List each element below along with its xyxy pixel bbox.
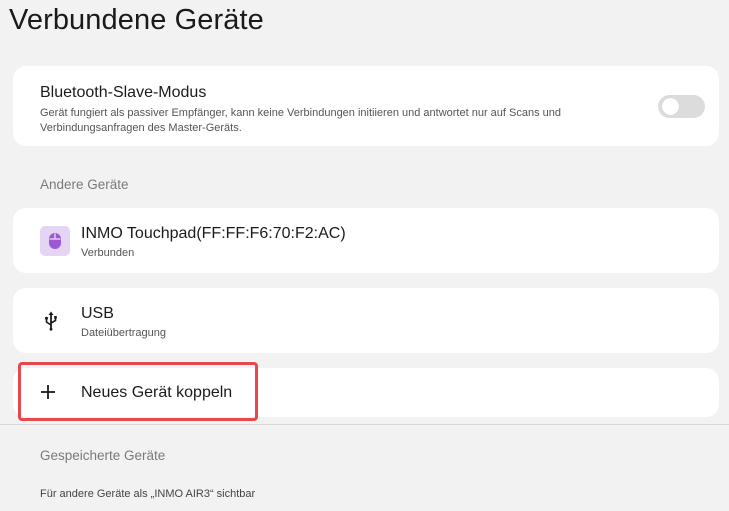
section-label-saved-devices: Gespeicherte Geräte: [40, 448, 166, 463]
highlight-box: [18, 362, 258, 421]
slave-mode-card: Bluetooth-Slave-Modus Gerät fungiert als…: [13, 66, 719, 146]
connected-devices-screen: Verbundene Geräte Bluetooth-Slave-Modus …: [0, 0, 729, 511]
section-label-other-devices: Andere Geräte: [40, 177, 129, 192]
visibility-text: Für andere Geräte als „INMO AIR3“ sichtb…: [40, 488, 256, 500]
mouse-icon: [40, 226, 70, 256]
page-title: Verbundene Geräte: [9, 4, 264, 36]
device-status: Dateiübertragung: [81, 327, 167, 339]
device-status: Verbunden: [81, 247, 135, 259]
slave-mode-title: Bluetooth-Slave-Modus: [40, 84, 207, 101]
usb-icon: [45, 311, 57, 331]
device-name: USB: [81, 305, 114, 322]
slave-mode-toggle[interactable]: [658, 95, 705, 118]
toggle-knob: [662, 98, 679, 115]
device-name: INMO Touchpad(FF:FF:F6:70:F2:AC): [81, 225, 346, 242]
device-item-usb[interactable]: USB Dateiübertragung: [13, 288, 719, 353]
divider: [0, 424, 729, 425]
device-item-touchpad[interactable]: INMO Touchpad(FF:FF:F6:70:F2:AC) Verbund…: [13, 208, 719, 273]
slave-mode-description: Gerät fungiert als passiver Empfänger, k…: [40, 107, 561, 134]
